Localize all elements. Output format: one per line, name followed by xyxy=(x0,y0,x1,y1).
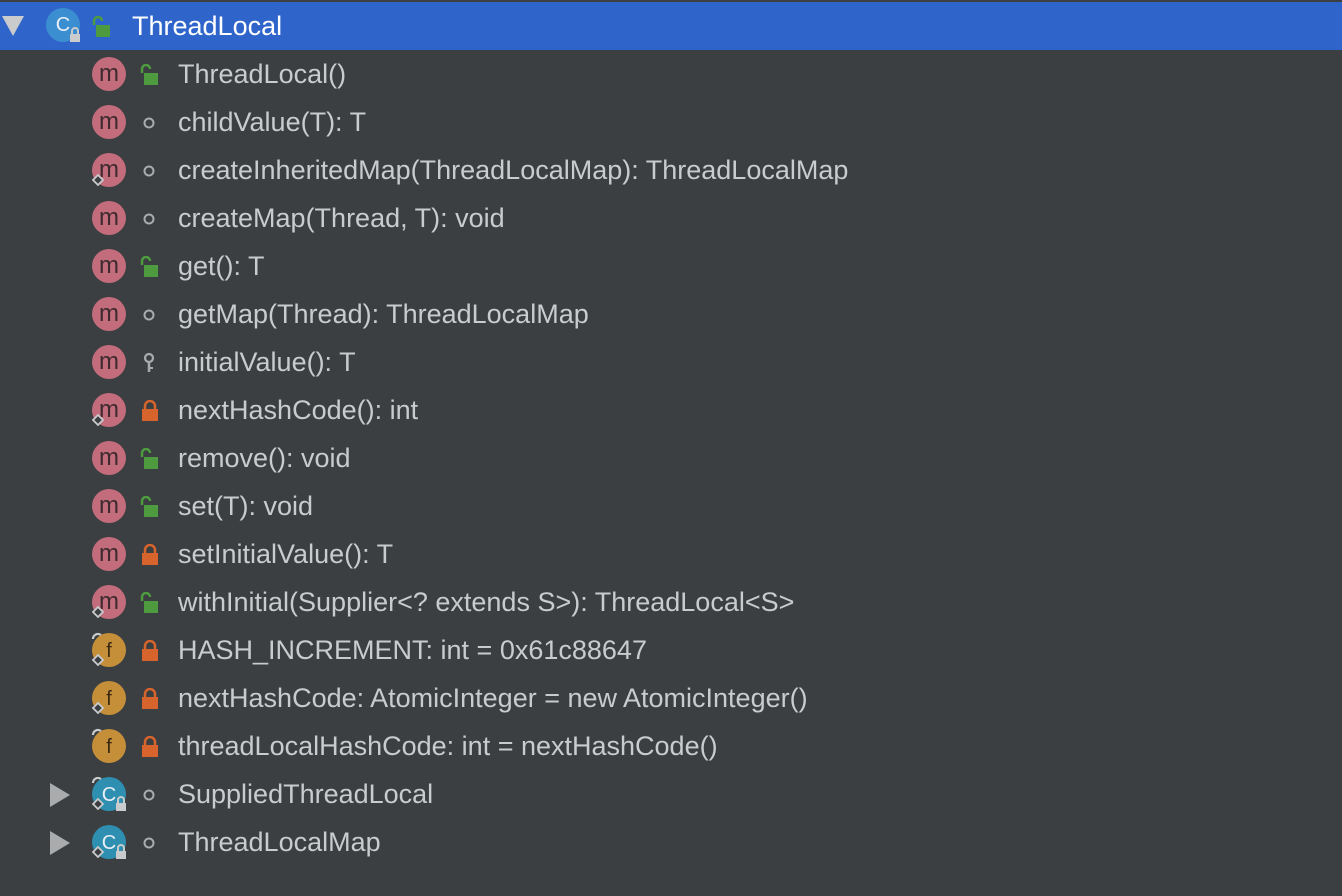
svg-text:m: m xyxy=(99,444,119,471)
tree-row-label: ThreadLocalMap xyxy=(178,827,381,857)
tree-row[interactable]: m nextHashCode(): int xyxy=(0,386,1342,434)
tree-row-label: withInitial(Supplier<? extends S>): Thre… xyxy=(178,587,795,617)
package-private-dot-icon xyxy=(140,112,160,132)
public-lock-icon xyxy=(140,64,160,85)
tree-row-label: ThreadLocal xyxy=(132,11,283,41)
svg-text:C: C xyxy=(56,14,70,36)
svg-text:f: f xyxy=(106,736,112,758)
private-lock-icon xyxy=(140,640,160,661)
method-icon: m xyxy=(91,585,126,619)
method-icon: m xyxy=(91,153,126,187)
tree-row[interactable]: m get(): T xyxy=(0,242,1342,290)
svg-text:m: m xyxy=(99,60,119,87)
tree-row-label: childValue(T): T xyxy=(178,107,367,137)
package-private-dot-icon xyxy=(140,208,160,228)
tree-row[interactable]: f HASH_INCREMENT: int = 0x61c88647 xyxy=(0,626,1342,674)
svg-text:f: f xyxy=(106,640,112,662)
protected-key-icon xyxy=(140,352,160,372)
tree-row[interactable]: m createMap(Thread, T): void xyxy=(0,194,1342,242)
package-private-dot-icon xyxy=(140,160,160,180)
tree-row[interactable]: m ThreadLocal() xyxy=(0,50,1342,98)
private-lock-icon xyxy=(140,544,160,565)
svg-text:m: m xyxy=(99,108,119,135)
public-lock-icon xyxy=(140,496,160,517)
private-lock-icon xyxy=(140,688,160,709)
svg-text:f: f xyxy=(106,688,112,710)
tree-row[interactable]: f nextHashCode: AtomicInteger = new Atomi… xyxy=(0,674,1342,722)
tree-row[interactable]: m getMap(Thread): ThreadLocalMap xyxy=(0,290,1342,338)
method-icon: m xyxy=(92,201,126,235)
package-private-dot-icon xyxy=(140,304,160,324)
tree-row-label: threadLocalHashCode: int = nextHashCode(… xyxy=(178,731,718,761)
tree-row-label: get(): T xyxy=(178,251,265,281)
svg-text:m: m xyxy=(99,252,119,279)
method-icon: m xyxy=(92,489,126,523)
field-icon: f xyxy=(91,681,126,715)
tree-row[interactable]: m setInitialValue(): T xyxy=(0,530,1342,578)
svg-text:C: C xyxy=(102,832,116,854)
public-lock-icon xyxy=(92,16,112,37)
tree-row-label: ThreadLocal() xyxy=(178,59,347,89)
package-private-dot-icon xyxy=(140,784,160,804)
package-private-dot-icon xyxy=(140,832,160,852)
tree-row[interactable]: m initialValue(): T xyxy=(0,338,1342,386)
tree-row-label: createMap(Thread, T): void xyxy=(178,203,505,233)
tree-row-label: nextHashCode(): int xyxy=(178,395,419,425)
tree-row-label: createInheritedMap(ThreadLocalMap): Thre… xyxy=(178,155,849,185)
tree-row[interactable]: m createInheritedMap(ThreadLocalMap): Thr… xyxy=(0,146,1342,194)
public-lock-icon xyxy=(140,448,160,469)
inner-class-icon: C xyxy=(91,825,126,859)
field-icon: f xyxy=(91,632,126,667)
expand-arrow-icon[interactable] xyxy=(2,14,24,36)
tree-row-label: remove(): void xyxy=(178,443,351,473)
private-lock-icon xyxy=(140,736,160,757)
method-icon: m xyxy=(92,105,126,139)
private-lock-icon xyxy=(140,400,160,421)
tree-row-label: setInitialValue(): T xyxy=(178,539,394,569)
class-icon: C xyxy=(46,8,80,42)
tree-row[interactable]: m withInitial(Supplier<? extends S>): Thr… xyxy=(0,578,1342,626)
svg-text:m: m xyxy=(99,204,119,231)
tree-row-label: SuppliedThreadLocal xyxy=(178,779,434,809)
tree-row[interactable]: m set(T): void xyxy=(0,482,1342,530)
collapse-arrow-icon[interactable] xyxy=(48,831,70,855)
method-icon: m xyxy=(92,297,126,331)
public-lock-icon xyxy=(140,592,160,613)
tree-row-label: getMap(Thread): ThreadLocalMap xyxy=(178,299,589,329)
inner-class-icon: C xyxy=(91,776,126,811)
tree-row[interactable]: f threadLocalHashCode: int = nextHashCode… xyxy=(0,722,1342,770)
svg-text:m: m xyxy=(99,492,119,519)
tree-row-label: HASH_INCREMENT: int = 0x61c88647 xyxy=(178,635,647,665)
tree-row-label: initialValue(): T xyxy=(178,347,356,377)
tree-row[interactable]: C SuppliedThreadLocal xyxy=(0,770,1342,818)
field-icon: f xyxy=(91,728,126,763)
tree-row-label: set(T): void xyxy=(178,491,314,521)
svg-text:C: C xyxy=(102,784,116,806)
tree-row[interactable]: C ThreadLocalMap xyxy=(0,818,1342,866)
method-icon: m xyxy=(92,345,126,379)
svg-text:m: m xyxy=(99,300,119,327)
method-icon: m xyxy=(91,393,126,427)
tree-row-root[interactable]: C ThreadLocal xyxy=(0,2,1342,50)
method-icon: m xyxy=(92,537,126,571)
collapse-arrow-icon[interactable] xyxy=(48,783,70,807)
method-icon: m xyxy=(92,57,126,91)
svg-text:m: m xyxy=(99,348,119,375)
structure-tree: C ThreadLocal m ThreadLocal() m childValue(… xyxy=(0,0,1342,896)
method-icon: m xyxy=(92,249,126,283)
tree-row[interactable]: m remove(): void xyxy=(0,434,1342,482)
tree-row[interactable]: m childValue(T): T xyxy=(0,98,1342,146)
tree-row-label: nextHashCode: AtomicInteger = new Atomic… xyxy=(178,683,808,713)
public-lock-icon xyxy=(140,256,160,277)
svg-text:m: m xyxy=(99,540,119,567)
method-icon: m xyxy=(92,441,126,475)
